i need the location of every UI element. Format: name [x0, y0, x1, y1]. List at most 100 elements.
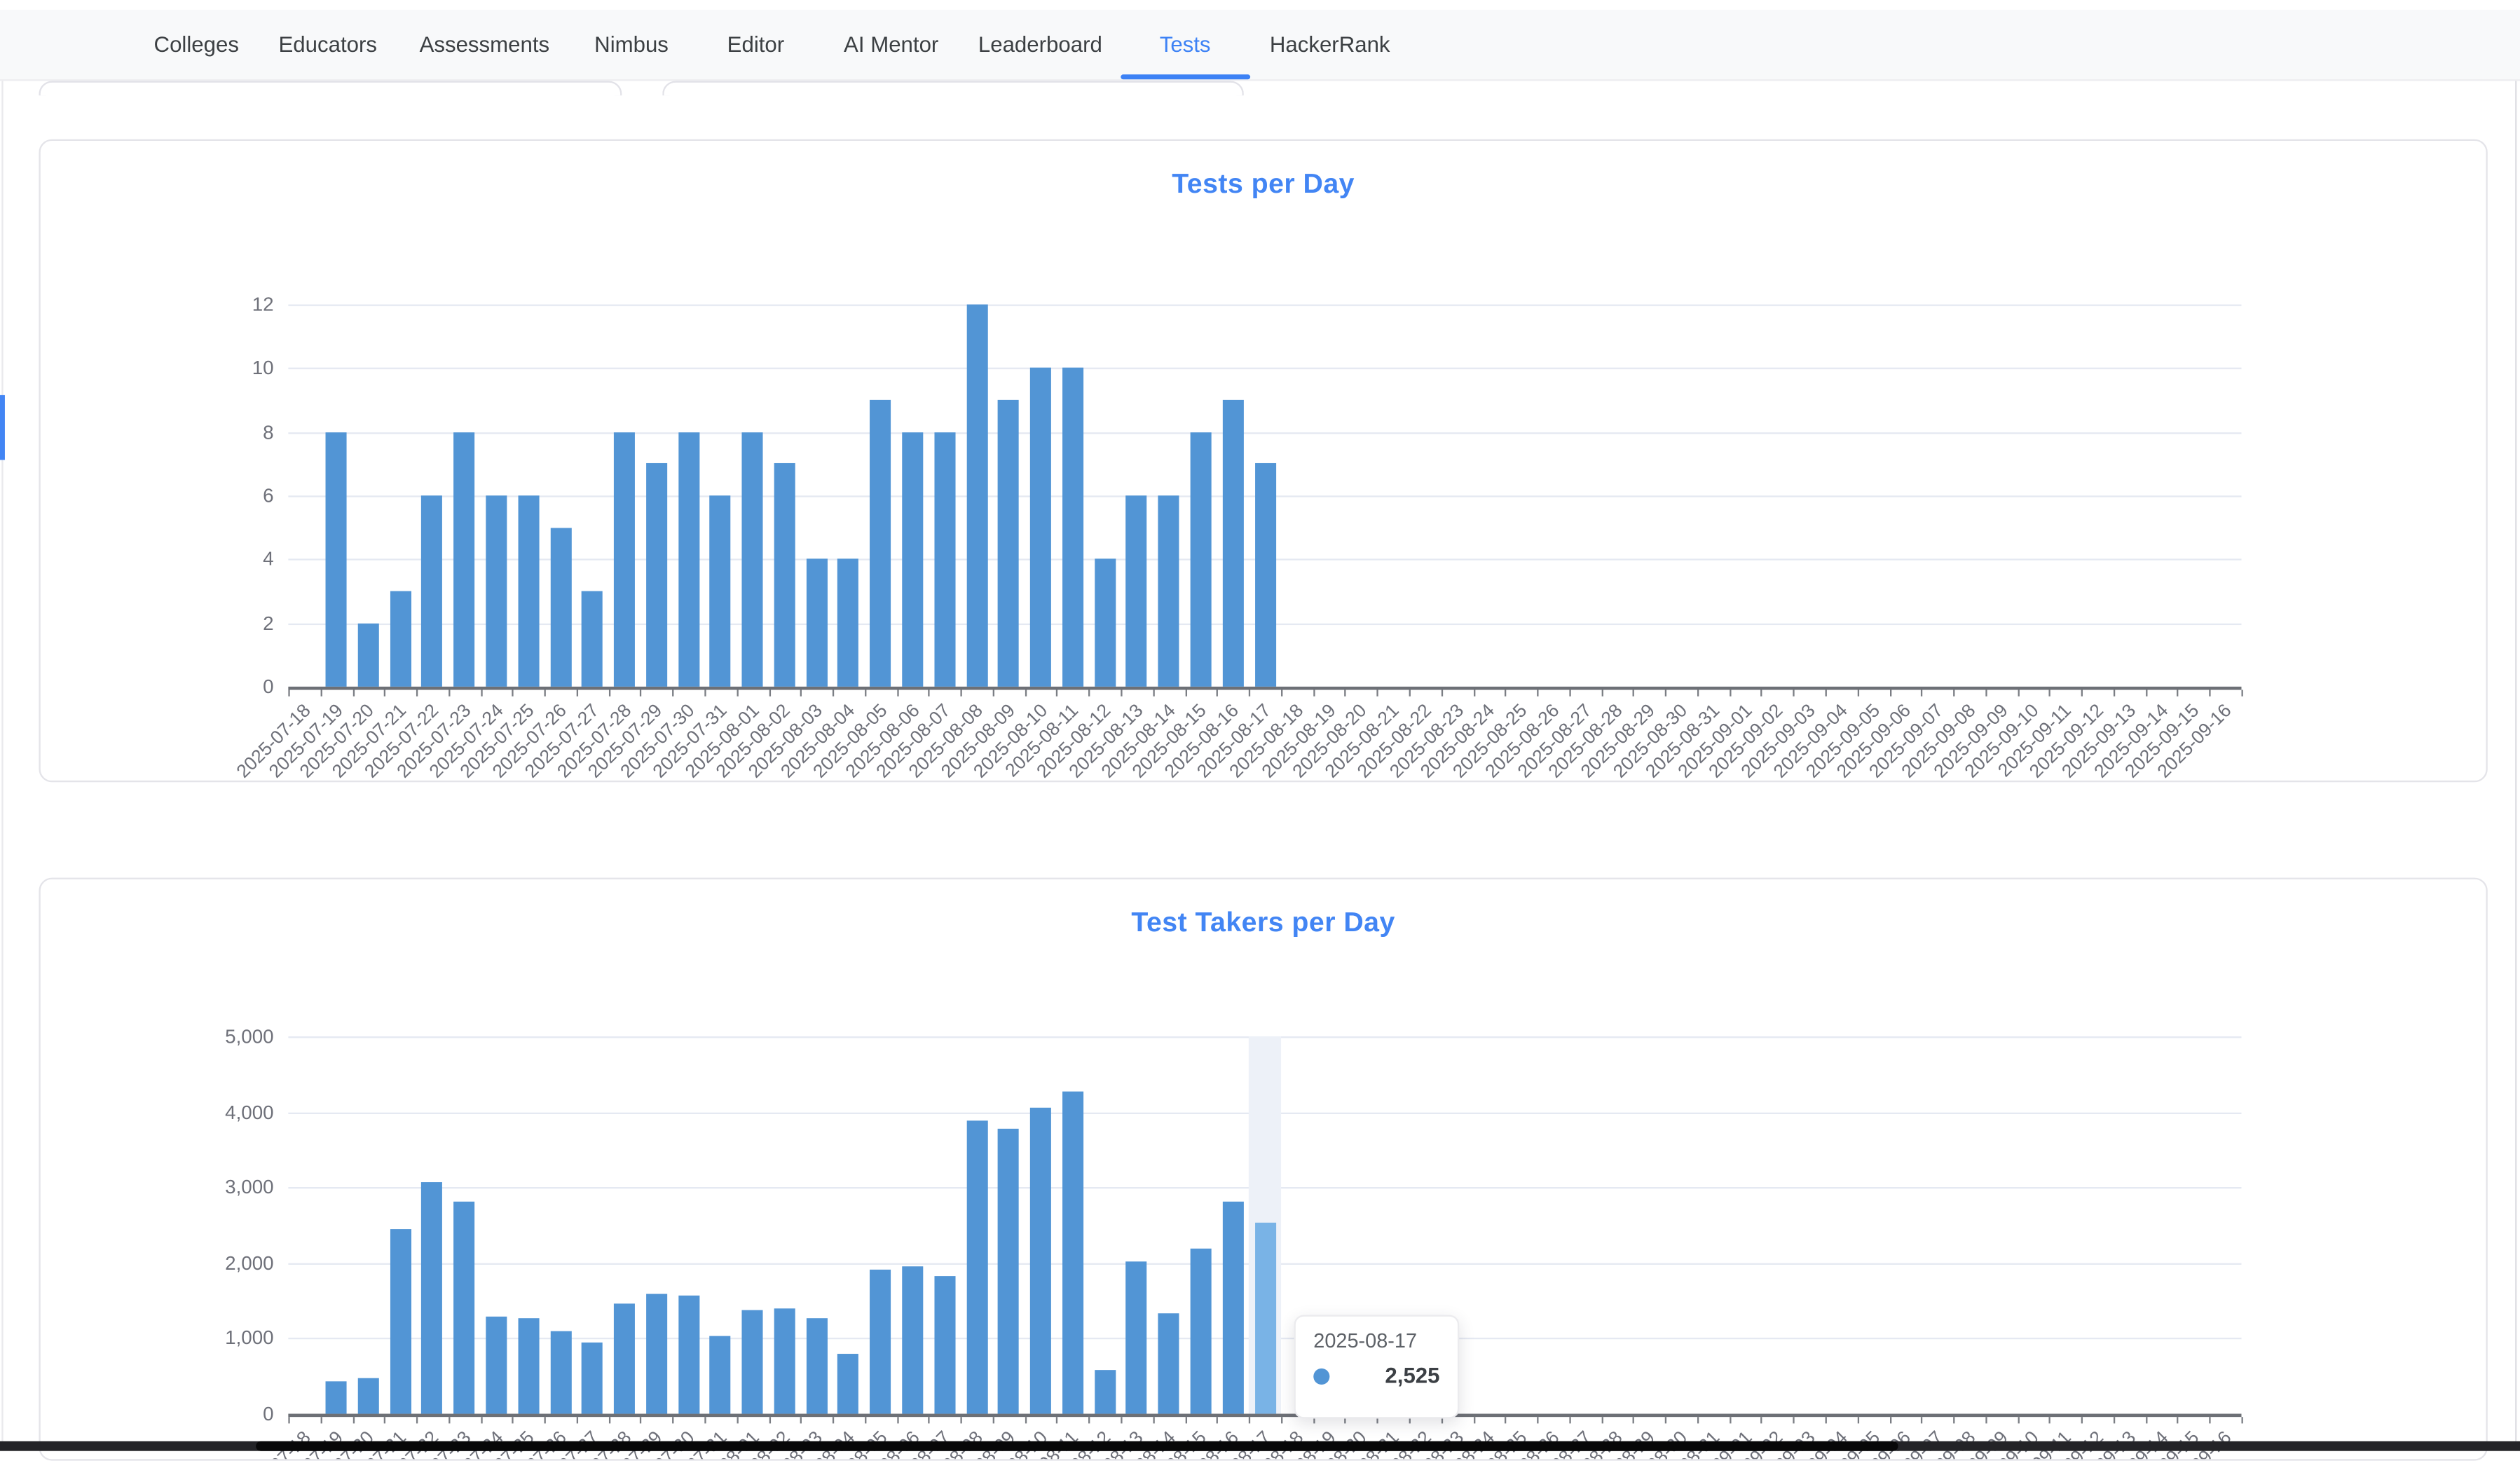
bar-2025-07-27[interactable] — [582, 591, 603, 687]
bar-2025-07-19[interactable] — [326, 432, 347, 687]
bar-2025-07-26[interactable] — [550, 528, 571, 687]
bar-2025-08-08[interactable] — [966, 1120, 987, 1414]
bar-2025-08-09[interactable] — [998, 400, 1019, 687]
tab-nimbus[interactable]: Nimbus — [594, 10, 669, 79]
x-axis-tick — [993, 1416, 994, 1422]
bar-2025-07-21[interactable] — [390, 591, 411, 687]
tooltip-date: 2025-08-17 — [1313, 1329, 1439, 1352]
x-axis-tick — [896, 1416, 898, 1422]
tab-assessments[interactable]: Assessments — [420, 10, 550, 79]
x-axis-tick — [288, 1416, 289, 1422]
x-axis-tick — [1121, 689, 1122, 695]
x-axis-tick — [929, 1416, 930, 1422]
x-axis-tick — [1409, 689, 1411, 695]
x-axis-tick — [961, 689, 962, 695]
bar-2025-07-26[interactable] — [550, 1331, 571, 1413]
bar-2025-08-10[interactable] — [1030, 368, 1051, 686]
bar-2025-07-20[interactable] — [358, 1378, 379, 1414]
bar-2025-08-06[interactable] — [902, 1265, 923, 1413]
x-axis-tick — [1537, 1416, 1538, 1422]
tab-educators[interactable]: Educators — [279, 10, 378, 79]
bar-2025-07-24[interactable] — [486, 495, 507, 687]
y-axis-label: 0 — [196, 1402, 274, 1425]
bar-2025-08-09[interactable] — [998, 1130, 1019, 1414]
x-axis-tick — [865, 689, 866, 695]
bar-2025-08-17[interactable] — [1254, 1223, 1275, 1414]
bar-2025-08-04[interactable] — [838, 1353, 859, 1413]
bar-2025-08-11[interactable] — [1062, 1091, 1083, 1414]
bar-2025-08-01[interactable] — [742, 1310, 763, 1414]
bar-2025-07-28[interactable] — [614, 432, 635, 687]
y-axis-label: 10 — [196, 357, 274, 379]
x-axis-tick — [833, 1416, 834, 1422]
y-axis-label: 12 — [196, 293, 274, 315]
bar-2025-08-15[interactable] — [1191, 432, 1212, 687]
bar-2025-08-17[interactable] — [1254, 464, 1275, 687]
bar-2025-08-10[interactable] — [1030, 1107, 1051, 1413]
bar-2025-07-28[interactable] — [614, 1303, 635, 1413]
bar-2025-07-21[interactable] — [390, 1230, 411, 1414]
bar-2025-08-14[interactable] — [1158, 495, 1179, 687]
tab-tests[interactable]: Tests — [1160, 10, 1211, 79]
bar-2025-07-20[interactable] — [358, 623, 379, 687]
bar-2025-08-16[interactable] — [1222, 1201, 1243, 1414]
bar-2025-08-04[interactable] — [838, 559, 859, 687]
bar-2025-08-15[interactable] — [1191, 1249, 1212, 1414]
bar-2025-07-30[interactable] — [678, 432, 699, 687]
tab-editor[interactable]: Editor — [727, 10, 785, 79]
bar-2025-07-29[interactable] — [646, 1294, 667, 1413]
chart-card-2: Test Takers per Day 01,0002,0003,0004,00… — [39, 878, 2487, 1461]
bar-2025-08-07[interactable] — [934, 432, 955, 687]
bar-2025-08-07[interactable] — [934, 1277, 955, 1414]
x-axis-tick — [2241, 1416, 2242, 1422]
bar-2025-08-11[interactable] — [1062, 368, 1083, 686]
bar-2025-07-23[interactable] — [454, 432, 475, 687]
bar-2025-07-19[interactable] — [326, 1381, 347, 1413]
bar-2025-08-05[interactable] — [870, 400, 891, 687]
x-axis-tick — [833, 689, 834, 695]
bar-2025-08-13[interactable] — [1126, 1262, 1147, 1413]
x-axis-tick — [1505, 689, 1507, 695]
bar-2025-08-14[interactable] — [1158, 1314, 1179, 1413]
bar-2025-08-01[interactable] — [742, 432, 763, 687]
tab-ai-mentor[interactable]: AI Mentor — [844, 10, 938, 79]
x-axis-tick — [416, 1416, 418, 1422]
tab-colleges[interactable]: Colleges — [154, 10, 239, 79]
bar-2025-08-05[interactable] — [870, 1270, 891, 1414]
bar-2025-07-23[interactable] — [454, 1201, 475, 1414]
bar-2025-08-06[interactable] — [902, 432, 923, 687]
bar-2025-07-31[interactable] — [710, 495, 731, 687]
x-axis-tick — [2145, 689, 2146, 695]
bar-2025-08-16[interactable] — [1222, 400, 1243, 687]
bar-2025-07-22[interactable] — [422, 1183, 443, 1414]
horizontal-scrollbar-track[interactable] — [0, 1441, 2520, 1451]
bar-2025-07-27[interactable] — [582, 1342, 603, 1413]
bar-2025-07-25[interactable] — [518, 495, 539, 687]
bar-2025-08-13[interactable] — [1126, 495, 1147, 687]
x-axis-tick — [1217, 689, 1218, 695]
horizontal-scrollbar-thumb[interactable] — [256, 1441, 1898, 1450]
bar-2025-07-29[interactable] — [646, 464, 667, 687]
bar-2025-07-25[interactable] — [518, 1318, 539, 1414]
bar-2025-08-08[interactable] — [966, 304, 987, 686]
bar-2025-08-12[interactable] — [1094, 559, 1115, 687]
bar-2025-08-02[interactable] — [774, 464, 795, 687]
x-axis-tick — [2210, 689, 2211, 695]
bar-2025-07-31[interactable] — [710, 1336, 731, 1414]
tab-leaderboard[interactable]: Leaderboard — [978, 10, 1102, 79]
y-axis-label: 1,000 — [196, 1327, 274, 1350]
y-axis-label: 5,000 — [196, 1025, 274, 1048]
x-axis-tick — [737, 1416, 738, 1422]
x-axis-tick — [641, 1416, 642, 1422]
bar-2025-07-24[interactable] — [486, 1317, 507, 1414]
bar-2025-08-12[interactable] — [1094, 1371, 1115, 1414]
x-axis-tick — [1633, 689, 1634, 695]
active-tab-indicator — [1121, 74, 1250, 79]
bar-2025-07-22[interactable] — [422, 495, 443, 687]
tab-hackerrank[interactable]: HackerRank — [1270, 10, 1390, 79]
bar-2025-08-02[interactable] — [774, 1308, 795, 1414]
bar-2025-08-03[interactable] — [806, 559, 827, 687]
bar-2025-08-03[interactable] — [806, 1319, 827, 1414]
bar-2025-07-30[interactable] — [678, 1295, 699, 1413]
x-axis-tick — [1729, 689, 1730, 695]
